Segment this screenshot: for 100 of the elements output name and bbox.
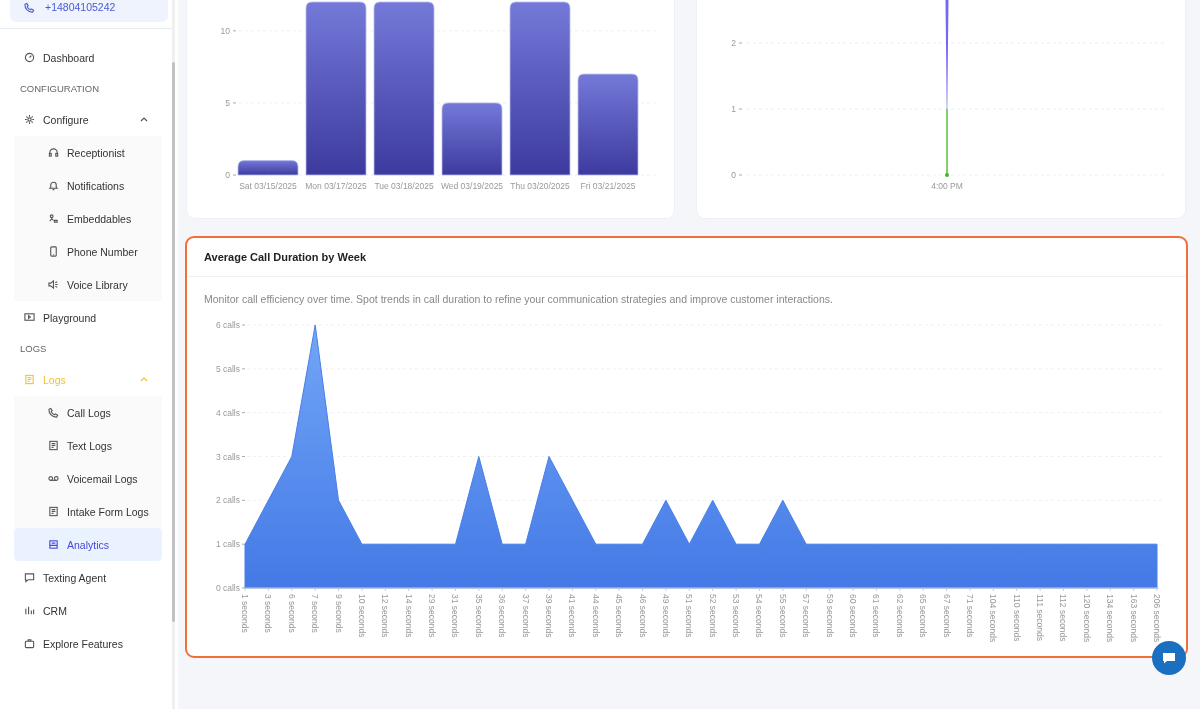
x-axis-label: 4:00 PM: [931, 181, 963, 191]
y-axis-label: 3 calls: [215, 451, 240, 462]
sidebar-subitem[interactable]: Voicemail Logs: [14, 462, 162, 495]
x-axis-label: 61 seconds: [871, 594, 882, 638]
sidebar-item[interactable]: CRM: [14, 594, 162, 627]
x-axis-label: 52 seconds: [707, 594, 718, 638]
x-axis-label: 10 seconds: [356, 594, 367, 638]
smartphone-icon: [48, 246, 59, 257]
x-axis-label: 53 seconds: [731, 594, 742, 638]
document-icon: [48, 506, 59, 517]
sidebar-subitem[interactable]: Phone Number: [14, 235, 162, 268]
y-axis-label: 2: [731, 38, 736, 48]
x-axis-label: Sat 03/15/2025: [239, 181, 297, 191]
x-axis-label: 46 seconds: [637, 594, 648, 638]
chat-icon: [24, 572, 35, 583]
x-axis-label: 36 seconds: [497, 594, 508, 638]
x-axis-label: 134 seconds: [1105, 594, 1116, 643]
sidebar-group[interactable]: Configure: [14, 103, 162, 136]
sidebar-subitem[interactable]: Text Logs: [14, 429, 162, 462]
phone-icon: [48, 407, 59, 418]
x-axis-label: 49 seconds: [660, 594, 671, 638]
x-axis-label: 39 seconds: [544, 594, 554, 638]
bar: [237, 160, 299, 176]
voicemail-icon: [48, 473, 59, 484]
sidebar-item[interactable]: Explore Features: [14, 627, 162, 660]
sidebar-item[interactable]: Texting Agent: [14, 561, 162, 594]
x-axis-label: 29 seconds: [427, 594, 438, 638]
x-axis-label: 110 seconds: [1011, 594, 1022, 642]
sidebar-item[interactable]: Dashboard: [14, 41, 162, 74]
y-axis-label: 2 calls: [215, 495, 240, 506]
briefcase-icon: [24, 638, 35, 649]
x-axis-label: 59 seconds: [824, 594, 835, 638]
x-axis-label: 60 seconds: [848, 594, 858, 638]
y-axis-label: 0: [225, 170, 230, 180]
x-axis-label: 12 seconds: [380, 594, 391, 638]
y-axis-label: 5 calls: [215, 363, 240, 374]
document-icon: [48, 539, 59, 550]
x-axis-label: Mon 03/17/2025: [305, 181, 367, 191]
y-axis-label: 10: [220, 25, 230, 36]
x-axis-label: 31 seconds: [450, 594, 461, 638]
x-axis-label: 62 seconds: [894, 594, 905, 638]
sidebar-subitem[interactable]: Analytics: [14, 528, 162, 561]
sidebar-subitem[interactable]: Call Logs: [14, 396, 162, 429]
x-axis-label: 163 seconds: [1128, 594, 1139, 643]
sidebar-subitem[interactable]: Receptionist: [14, 136, 162, 169]
x-axis-label: 57 seconds: [801, 594, 812, 638]
x-axis-label: 54 seconds: [754, 594, 765, 638]
x-axis-label: 41 seconds: [567, 594, 578, 638]
sidebar-subitem[interactable]: Embeddables: [14, 202, 162, 235]
x-axis-label: 37 seconds: [520, 594, 531, 638]
nodes-icon: [48, 213, 59, 224]
x-axis-label: 1 seconds: [240, 594, 250, 633]
section-heading: CONFIGURATION: [19, 82, 100, 96]
x-axis-label: 67 seconds: [941, 594, 952, 638]
document-icon: [48, 440, 59, 451]
x-axis-label: Wed 03/19/2025: [440, 181, 504, 191]
y-axis-label: 5: [225, 97, 230, 108]
speaker-icon: [48, 279, 59, 290]
sidebar-subitem[interactable]: Intake Form Logs: [14, 495, 162, 528]
chat-button[interactable]: [1152, 641, 1186, 675]
scrollbar-thumb[interactable]: [172, 62, 175, 622]
x-axis-label: Thu 03/20/2025: [510, 181, 570, 191]
sidebar-subitem[interactable]: Voice Library: [14, 268, 162, 301]
x-axis-label: 65 seconds: [918, 594, 929, 638]
chat-icon: [1162, 652, 1176, 664]
headset-icon: [48, 147, 59, 158]
phone-number-pill[interactable]: +14804105242: [10, 0, 168, 22]
y-axis-label: 0 calls: [215, 583, 240, 593]
x-axis-label: 44 seconds: [590, 594, 601, 638]
document-icon: [24, 374, 35, 385]
x-axis-label: 120 seconds: [1081, 594, 1092, 643]
screen-icon: [24, 312, 35, 323]
card-description: Monitor call efficiency over time. Spot trends in call duration to refine your communication strategies and improve customer interactions.: [203, 292, 834, 307]
x-axis-label: 35 seconds: [473, 594, 484, 638]
x-axis-label: 71 seconds: [964, 594, 975, 638]
y-axis-label: 1: [731, 104, 736, 114]
settings-icon: [24, 114, 35, 125]
bar-chart-icon: [24, 605, 35, 616]
y-axis-label: 6 calls: [215, 320, 240, 330]
card-title: Average Call Duration by Week: [187, 238, 1186, 277]
bell-icon: [48, 180, 59, 191]
x-axis-label: 45 seconds: [614, 594, 625, 638]
phone-icon: [24, 1, 35, 13]
x-axis-label: 6 seconds: [286, 594, 297, 633]
x-axis-label: 9 seconds: [333, 594, 344, 633]
x-axis-label: 104 seconds: [988, 594, 999, 643]
x-axis-label: 51 seconds: [684, 594, 695, 638]
section-heading: LOGS: [19, 342, 48, 356]
chevron-up-icon: [140, 117, 148, 122]
sidebar-item[interactable]: Playground: [14, 301, 162, 334]
x-axis-label: 7 seconds: [310, 594, 321, 633]
x-axis-label: 206 seconds: [1152, 594, 1162, 643]
phone-number: +14804105242: [45, 1, 116, 13]
sidebar-subitem[interactable]: Notifications: [14, 169, 162, 202]
x-axis-label: Tue 03/18/2025: [374, 181, 434, 191]
x-axis-label: 112 seconds: [1058, 594, 1069, 642]
y-axis-label: 1 calls: [215, 539, 240, 550]
x-axis-label: 55 seconds: [777, 594, 788, 638]
y-axis-label: 4 calls: [215, 407, 240, 418]
x-axis-label: 3 seconds: [263, 594, 274, 633]
